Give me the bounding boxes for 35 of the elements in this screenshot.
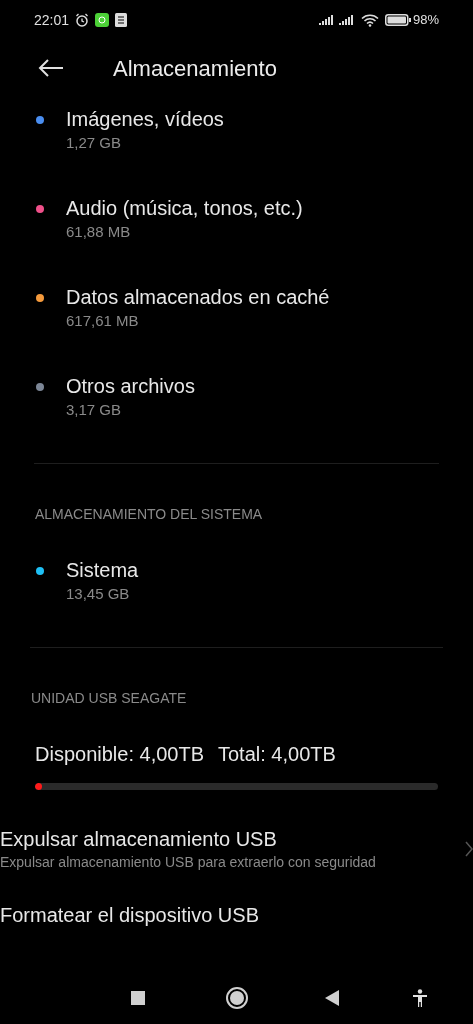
category-name: Imágenes, vídeos bbox=[66, 107, 224, 132]
total-space: Total: 4,00TB bbox=[218, 742, 336, 767]
available-space: Disponible: 4,00TB bbox=[35, 742, 204, 767]
battery-icon bbox=[384, 14, 411, 26]
back-nav-button[interactable] bbox=[325, 990, 339, 1006]
settings-item[interactable]: Formatear el dispositivo USB bbox=[0, 902, 473, 928]
category-name: Sistema bbox=[66, 558, 139, 583]
category-size: 1,27 GB bbox=[66, 133, 123, 153]
wifi-icon bbox=[360, 13, 379, 27]
category-size: 13,45 GB bbox=[66, 584, 131, 604]
category-size: 3,17 GB bbox=[66, 400, 123, 420]
status-time: 22:01 bbox=[34, 10, 70, 30]
category-name: Datos almacenados en caché bbox=[66, 285, 330, 310]
document-icon bbox=[115, 13, 128, 27]
category-name: Audio (música, tonos, etc.) bbox=[66, 196, 303, 221]
battery-percentage: 98% bbox=[412, 11, 439, 30]
triangle-back-icon bbox=[325, 990, 339, 1006]
accessibility-button[interactable] bbox=[412, 989, 428, 1007]
accessibility-icon bbox=[412, 989, 428, 1007]
item-title: Expulsar almacenamiento USB bbox=[0, 827, 277, 852]
item-subtitle: Expulsar almacenamiento USB para extraerlo con seguridad bbox=[0, 853, 376, 872]
app-notification-icon bbox=[95, 13, 110, 27]
page-title: Almacenamiento bbox=[113, 54, 277, 83]
section-heading: UNIDAD USB SEAGATE bbox=[31, 689, 188, 708]
category-name: Otros archivos bbox=[66, 374, 195, 399]
signal-icon bbox=[338, 14, 355, 26]
settings-item[interactable]: Expulsar almacenamiento USB Expulsar almacenamiento USB para extraerlo con seguridad bbox=[0, 826, 473, 872]
section-heading: ALMACENAMIENTO DEL SISTEMA bbox=[35, 505, 264, 524]
item-title: Formatear el dispositivo USB bbox=[0, 903, 259, 928]
category-size: 617,61 MB bbox=[66, 311, 140, 331]
back-arrow-icon bbox=[38, 59, 64, 77]
signal-icon bbox=[318, 14, 335, 26]
alarm-icon bbox=[75, 13, 90, 27]
category-size: 61,88 MB bbox=[66, 222, 132, 242]
home-button[interactable] bbox=[226, 987, 248, 1009]
